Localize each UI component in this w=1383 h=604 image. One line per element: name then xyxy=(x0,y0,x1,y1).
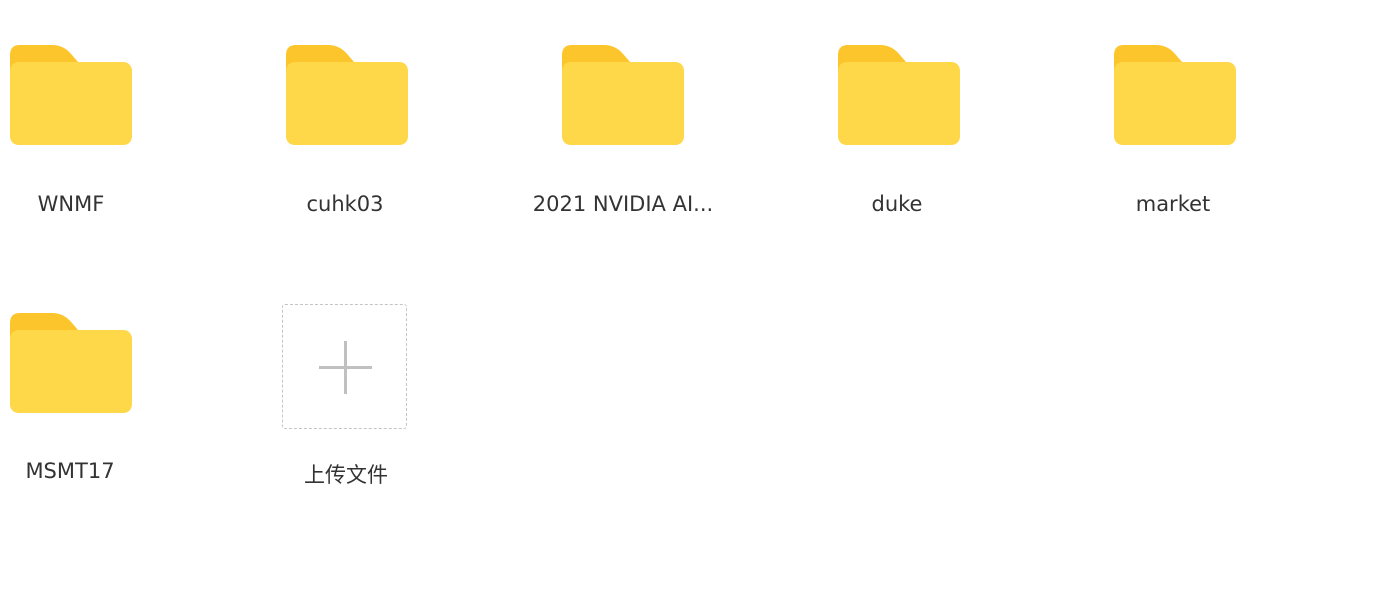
folder-icon xyxy=(1114,45,1236,145)
folder-icon xyxy=(10,45,132,145)
upload-label: 上传文件 xyxy=(304,463,388,487)
folder-icon xyxy=(10,313,132,413)
folder-label: MSMT17 xyxy=(25,459,115,483)
folder-icon xyxy=(286,45,408,145)
folder-label: WNMF xyxy=(37,192,105,216)
folder-icon xyxy=(838,45,960,145)
folder-label: market xyxy=(1135,192,1211,216)
file-grid: WNMF cuhk03 2021 NVIDIA AI... duke marke… xyxy=(0,0,1383,604)
upload-button[interactable] xyxy=(282,304,407,429)
folder-item-2021-nvidia-ai[interactable]: 2021 NVIDIA AI... xyxy=(533,45,762,245)
folder-icon xyxy=(562,45,684,145)
folder-item-cuhk03[interactable]: cuhk03 xyxy=(286,45,486,245)
folder-item-market[interactable]: market xyxy=(1114,45,1314,245)
folder-label: cuhk03 xyxy=(306,192,384,216)
folder-item-msmt17[interactable]: MSMT17 xyxy=(10,313,210,513)
upload-file-item[interactable]: 上传文件 xyxy=(282,304,482,504)
folder-label: 2021 NVIDIA AI... xyxy=(532,192,714,216)
folder-item-wnmf[interactable]: WNMF xyxy=(10,45,210,245)
folder-label: duke xyxy=(871,192,923,216)
folder-item-duke[interactable]: duke xyxy=(838,45,1038,245)
